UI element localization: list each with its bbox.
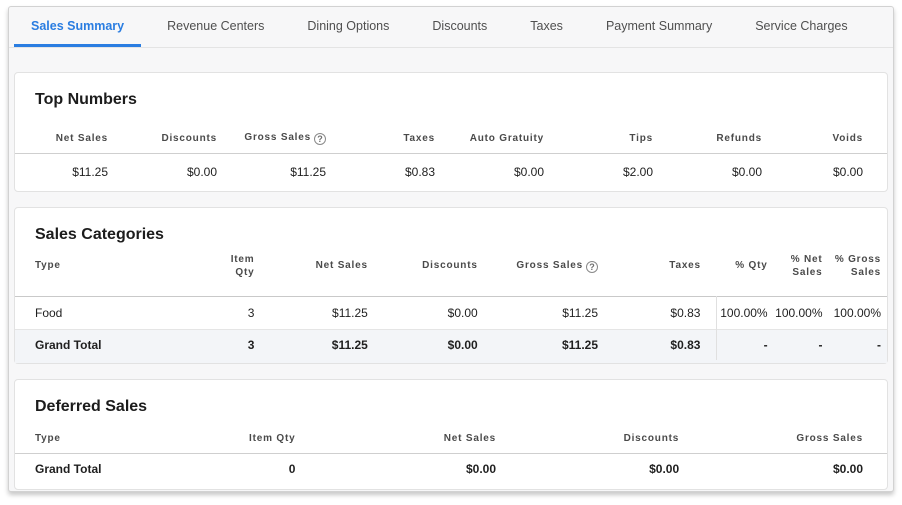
- deferred-sales-card: Deferred Sales Type Item Qty Net Sales D…: [14, 379, 888, 490]
- cell-pct-gross-sales: -: [829, 329, 887, 360]
- col-refunds: Refunds: [669, 109, 778, 153]
- col-type: Type: [15, 244, 211, 296]
- value-net-sales: $11.25: [15, 153, 124, 191]
- card-bottom-padding: [15, 484, 887, 489]
- sales-categories-table: Type Item Qty Net Sales Discounts Gross …: [15, 244, 887, 360]
- col-item-qty: Item Qty: [172, 416, 312, 453]
- col-gross-sales: Gross Sales?: [494, 244, 614, 296]
- col-pct-gross-sales: % Gross Sales: [829, 244, 887, 296]
- table-row-food: Food 3 $11.25 $0.00 $11.25 $0.83 100.00%…: [15, 296, 887, 329]
- report-tabbar: Sales Summary Revenue Centers Dining Opt…: [9, 7, 893, 48]
- value-tips: $2.00: [560, 153, 669, 191]
- cell-gross-sales: $11.25: [494, 329, 614, 360]
- col-pct-net-sales: % Net Sales: [774, 244, 829, 296]
- cell-pct-net-sales: 100.00%: [774, 296, 829, 329]
- col-discounts: Discounts: [512, 416, 695, 453]
- col-tips: Tips: [560, 109, 669, 153]
- tab-taxes[interactable]: Taxes: [513, 7, 580, 47]
- cell-type: Food: [15, 296, 211, 329]
- help-icon[interactable]: ?: [314, 133, 326, 145]
- col-net-sales: Net Sales: [15, 109, 124, 153]
- cell-type: Grand Total: [15, 329, 211, 360]
- sales-categories-title: Sales Categories: [15, 208, 887, 244]
- col-pct-qty: % Qty: [717, 244, 774, 296]
- cell-item-qty: 0: [172, 453, 312, 484]
- cell-taxes: $0.83: [614, 296, 717, 329]
- col-taxes: Taxes: [342, 109, 451, 153]
- grand-total-row-padding: [15, 360, 887, 363]
- cell-discounts: $0.00: [512, 453, 695, 484]
- table-row-grand-total: Grand Total 0 $0.00 $0.00 $0.00: [15, 453, 887, 484]
- col-discounts: Discounts: [384, 244, 494, 296]
- table-row-grand-total: Grand Total 3 $11.25 $0.00 $11.25 $0.83 …: [15, 329, 887, 360]
- col-taxes: Taxes: [614, 244, 717, 296]
- col-net-sales: Net Sales: [270, 244, 383, 296]
- tab-sales-summary[interactable]: Sales Summary: [14, 7, 141, 47]
- cell-pct-gross-sales: 100.00%: [829, 296, 887, 329]
- value-refunds: $0.00: [669, 153, 778, 191]
- cell-net-sales: $0.00: [311, 453, 512, 484]
- cell-gross-sales: $0.00: [695, 453, 887, 484]
- cell-item-qty: 3: [211, 329, 270, 360]
- top-numbers-title: Top Numbers: [15, 73, 887, 109]
- cell-taxes: $0.83: [614, 329, 717, 360]
- value-voids: $0.00: [778, 153, 887, 191]
- cell-item-qty: 3: [211, 296, 270, 329]
- sales-categories-card: Sales Categories Type Item Qty Net Sales…: [14, 207, 888, 364]
- value-gross-sales: $11.25: [233, 153, 342, 191]
- cell-net-sales: $11.25: [270, 329, 383, 360]
- tab-discounts[interactable]: Discounts: [415, 7, 504, 47]
- value-discounts: $0.00: [124, 153, 233, 191]
- tab-revenue-centers[interactable]: Revenue Centers: [150, 7, 281, 47]
- help-icon[interactable]: ?: [586, 261, 598, 273]
- tab-dining-options[interactable]: Dining Options: [290, 7, 406, 47]
- col-voids: Voids: [778, 109, 887, 153]
- col-auto-gratuity: Auto Gratuity: [451, 109, 560, 153]
- value-taxes: $0.83: [342, 153, 451, 191]
- top-numbers-card: Top Numbers Net Sales Discounts Gross Sa…: [14, 72, 888, 192]
- cell-discounts: $0.00: [384, 329, 494, 360]
- deferred-sales-table: Type Item Qty Net Sales Discounts Gross …: [15, 416, 887, 484]
- col-gross-sales: Gross Sales: [695, 416, 887, 453]
- cell-net-sales: $11.25: [270, 296, 383, 329]
- col-gross-sales: Gross Sales?: [233, 109, 342, 153]
- cell-pct-qty: 100.00%: [717, 296, 774, 329]
- cell-type: Grand Total: [15, 453, 172, 484]
- value-auto-gratuity: $0.00: [451, 153, 560, 191]
- cell-discounts: $0.00: [384, 296, 494, 329]
- tab-payment-summary[interactable]: Payment Summary: [589, 7, 729, 47]
- col-item-qty: Item Qty: [211, 244, 270, 296]
- cell-gross-sales: $11.25: [494, 296, 614, 329]
- report-panel: Sales Summary Revenue Centers Dining Opt…: [8, 6, 894, 492]
- top-numbers-table: Net Sales Discounts Gross Sales? Taxes A…: [15, 109, 887, 191]
- col-type: Type: [15, 416, 172, 453]
- col-net-sales: Net Sales: [311, 416, 512, 453]
- cell-pct-net-sales: -: [774, 329, 829, 360]
- cell-pct-qty: -: [717, 329, 774, 360]
- top-numbers-values-row: $11.25 $0.00 $11.25 $0.83 $0.00 $2.00 $0…: [15, 153, 887, 191]
- deferred-sales-title: Deferred Sales: [15, 380, 887, 416]
- col-discounts: Discounts: [124, 109, 233, 153]
- tab-service-charges[interactable]: Service Charges: [738, 7, 864, 47]
